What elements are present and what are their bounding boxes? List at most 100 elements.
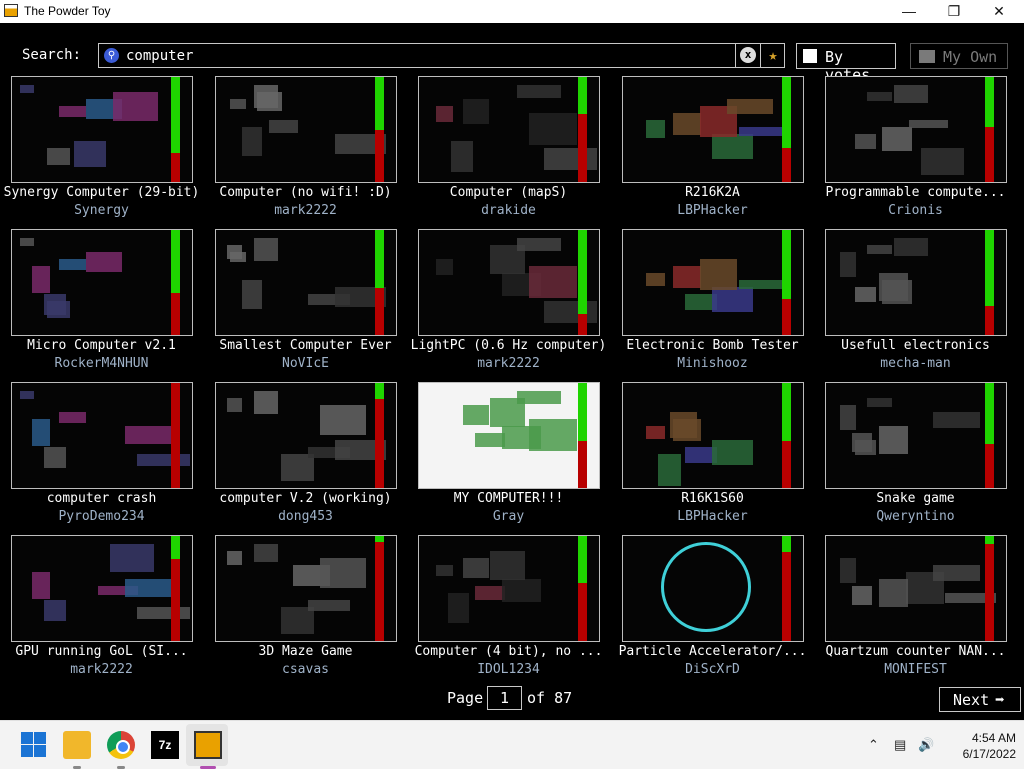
save-tile[interactable]: Micro Computer v2.1 RockerM4NHUN (0, 229, 203, 379)
next-page-button[interactable]: Next ➡ (939, 687, 1021, 712)
save-thumbnail[interactable] (418, 76, 600, 183)
save-author[interactable]: mark2222 (0, 662, 203, 677)
network-icon[interactable]: ▤ (894, 737, 906, 753)
save-tile[interactable]: Smallest Computer Ever NoVIcE (204, 229, 407, 379)
powder-toy-taskbar-icon[interactable] (194, 731, 222, 759)
save-tile[interactable]: R216K2A LBPHacker (611, 76, 814, 226)
save-tile[interactable]: GPU running GoL (SI... mark2222 (0, 535, 203, 685)
save-thumbnail[interactable] (418, 229, 600, 336)
save-author[interactable]: MONIFEST (814, 662, 1017, 677)
page-number-input[interactable] (487, 686, 522, 710)
save-author[interactable]: Crionis (814, 203, 1017, 218)
thumbnail-pixel-art (47, 148, 70, 165)
save-author[interactable]: Gray (407, 509, 610, 524)
thumbnail-pixel-art (20, 85, 34, 93)
save-author[interactable]: Synergy (0, 203, 203, 218)
thumbnail-pixel-art (712, 134, 753, 159)
save-author[interactable]: mark2222 (407, 356, 610, 371)
save-name: Programmable compute... (825, 185, 1006, 200)
save-author[interactable]: LBPHacker (611, 203, 814, 218)
vote-bar (782, 383, 791, 488)
thumbnail-pixel-art (281, 607, 314, 634)
thumbnail-pixel-art (475, 586, 505, 600)
clock-time: 4:54 AM (971, 731, 1016, 745)
save-thumbnail[interactable] (215, 229, 397, 336)
save-author[interactable]: Minishooz (611, 356, 814, 371)
save-author[interactable]: csavas (204, 662, 407, 677)
save-thumbnail[interactable] (622, 382, 804, 489)
save-author[interactable]: drakide (407, 203, 610, 218)
save-tile[interactable]: Computer (4 bit), no ... IDOL1234 (407, 535, 610, 685)
thumbnail-pixel-art (463, 99, 489, 124)
save-tile[interactable]: R16K1S60 LBPHacker (611, 382, 814, 532)
vote-bar (578, 536, 587, 641)
save-thumbnail[interactable] (215, 382, 397, 489)
save-tile[interactable]: computer V.2 (working) dong453 (204, 382, 407, 532)
sort-by-votes-button[interactable]: By votes (796, 43, 896, 84)
taskbar-clock[interactable]: 4:54 AM 6/17/2022 (936, 730, 1016, 762)
save-thumbnail[interactable] (215, 535, 397, 642)
save-author[interactable]: Qweryntino (814, 509, 1017, 524)
save-thumbnail[interactable] (622, 229, 804, 336)
save-tile[interactable]: computer crash PyroDemo234 (0, 382, 203, 532)
clock-date: 6/17/2022 (962, 747, 1016, 761)
save-author[interactable]: dong453 (204, 509, 407, 524)
file-explorer-icon[interactable] (63, 731, 91, 759)
save-tile[interactable]: Usefull electronics mecha-man (814, 229, 1017, 379)
save-tile[interactable]: 3D Maze Game csavas (204, 535, 407, 685)
save-thumbnail[interactable] (622, 535, 804, 642)
save-tile[interactable]: Computer (no wifi! :D) mark2222 (204, 76, 407, 226)
save-author[interactable]: PyroDemo234 (0, 509, 203, 524)
vote-up-fill (782, 230, 791, 299)
save-tile[interactable]: Synergy Computer (29-bit) Synergy (0, 76, 203, 226)
volume-icon[interactable]: 🔊 (918, 737, 934, 753)
save-thumbnail[interactable] (825, 535, 1007, 642)
save-author[interactable]: LBPHacker (611, 509, 814, 524)
save-name: Computer (no wifi! :D) (219, 185, 392, 200)
thumbnail-pixel-art (867, 245, 892, 254)
save-name: computer V.2 (working) (219, 491, 392, 506)
maximize-button[interactable]: ❐ (931, 0, 977, 23)
close-button[interactable]: ✕ (976, 0, 1022, 23)
save-thumbnail[interactable] (825, 229, 1007, 336)
chevron-up-icon[interactable]: ⌃ (868, 737, 879, 753)
save-tile[interactable]: MY COMPUTER!!! Gray (407, 382, 610, 532)
save-thumbnail[interactable] (215, 76, 397, 183)
save-tile[interactable]: Particle Accelerator/... DiScXrD (611, 535, 814, 685)
favorite-star-button[interactable]: ★ (760, 44, 785, 67)
save-thumbnail[interactable] (418, 535, 600, 642)
windows-start-icon[interactable] (20, 731, 48, 759)
save-thumbnail[interactable] (11, 229, 193, 336)
save-tile[interactable]: LightPC (0.6 Hz computer) mark2222 (407, 229, 610, 379)
save-thumbnail[interactable] (11, 76, 193, 183)
my-own-button[interactable]: My Own (910, 43, 1008, 69)
thumbnail-pixel-art (463, 405, 489, 425)
thumbnail-pixel-art (933, 565, 980, 581)
save-thumbnail[interactable] (418, 382, 600, 489)
chrome-icon[interactable] (107, 731, 135, 759)
thumbnail-pixel-art (59, 106, 86, 117)
save-tile[interactable]: Computer (mapS) drakide (407, 76, 610, 226)
thumbnail-pixel-art (673, 113, 701, 135)
save-tile[interactable]: Electronic Bomb Tester Minishooz (611, 229, 814, 379)
seven-zip-icon[interactable]: 7z (151, 731, 179, 759)
save-author[interactable]: mark2222 (204, 203, 407, 218)
clear-search-button[interactable]: x (735, 44, 760, 67)
save-tile[interactable]: Quartzum counter NAN... MONIFEST (814, 535, 1017, 685)
save-tile[interactable]: Programmable compute... Crionis (814, 76, 1017, 226)
save-thumbnail[interactable] (825, 382, 1007, 489)
minimize-button[interactable]: — (886, 0, 932, 23)
save-tile[interactable]: Snake game Qweryntino (814, 382, 1017, 532)
save-thumbnail[interactable] (11, 382, 193, 489)
save-thumbnail[interactable] (825, 76, 1007, 183)
save-author[interactable]: IDOL1234 (407, 662, 610, 677)
save-thumbnail[interactable] (11, 535, 193, 642)
save-author[interactable]: RockerM4NHUN (0, 356, 203, 371)
save-thumbnail[interactable] (622, 76, 804, 183)
save-author[interactable]: mecha-man (814, 356, 1017, 371)
save-author[interactable]: NoVIcE (204, 356, 407, 371)
thumbnail-pixel-art (840, 558, 856, 583)
vote-up-fill (375, 230, 384, 288)
save-author[interactable]: DiScXrD (611, 662, 814, 677)
search-input[interactable] (126, 46, 726, 65)
